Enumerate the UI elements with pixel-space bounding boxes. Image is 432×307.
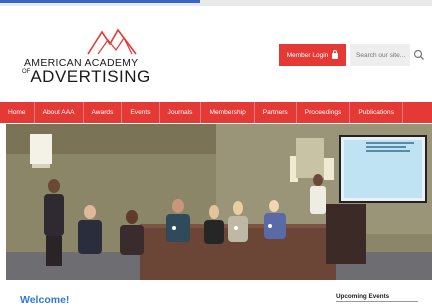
welcome-heading: Welcome! [20,294,70,306]
search-input[interactable] [350,44,410,66]
member-login-button[interactable]: Member Login [279,44,346,66]
main-nav: Home About AAA Awards Events Journals Me… [0,102,432,123]
nav-item-events[interactable]: Events [122,102,160,123]
upcoming-events-heading: Upcoming Events [336,293,390,300]
search-icon[interactable] [412,48,426,62]
loading-bar [0,0,200,3]
hero-photo [6,124,432,280]
logo-line-2: OFADVERTISING [22,67,151,87]
nav-item-publications[interactable]: Publications [350,102,403,123]
site-logo[interactable]: AMERICAN ACADEMY OFADVERTISING [20,26,150,88]
nav-item-home[interactable]: Home [0,102,35,123]
nav-item-awards[interactable]: Awards [84,102,123,123]
nav-item-partners[interactable]: Partners [255,102,297,123]
nav-item-proceedings[interactable]: Proceedings [297,102,351,123]
lock-icon [332,50,339,59]
upcoming-events-divider [336,301,418,302]
hero-photo-illustration [6,124,432,280]
nav-item-journals[interactable]: Journals [160,102,202,123]
member-login-label: Member Login [286,51,329,59]
logo-advertising: ADVERTISING [30,67,151,86]
browser-top-strip [0,0,432,6]
logo-mark-icon [87,28,137,55]
logo-of: OF [22,69,31,75]
nav-item-membership[interactable]: Membership [201,102,255,123]
nav-item-about[interactable]: About AAA [35,102,84,123]
